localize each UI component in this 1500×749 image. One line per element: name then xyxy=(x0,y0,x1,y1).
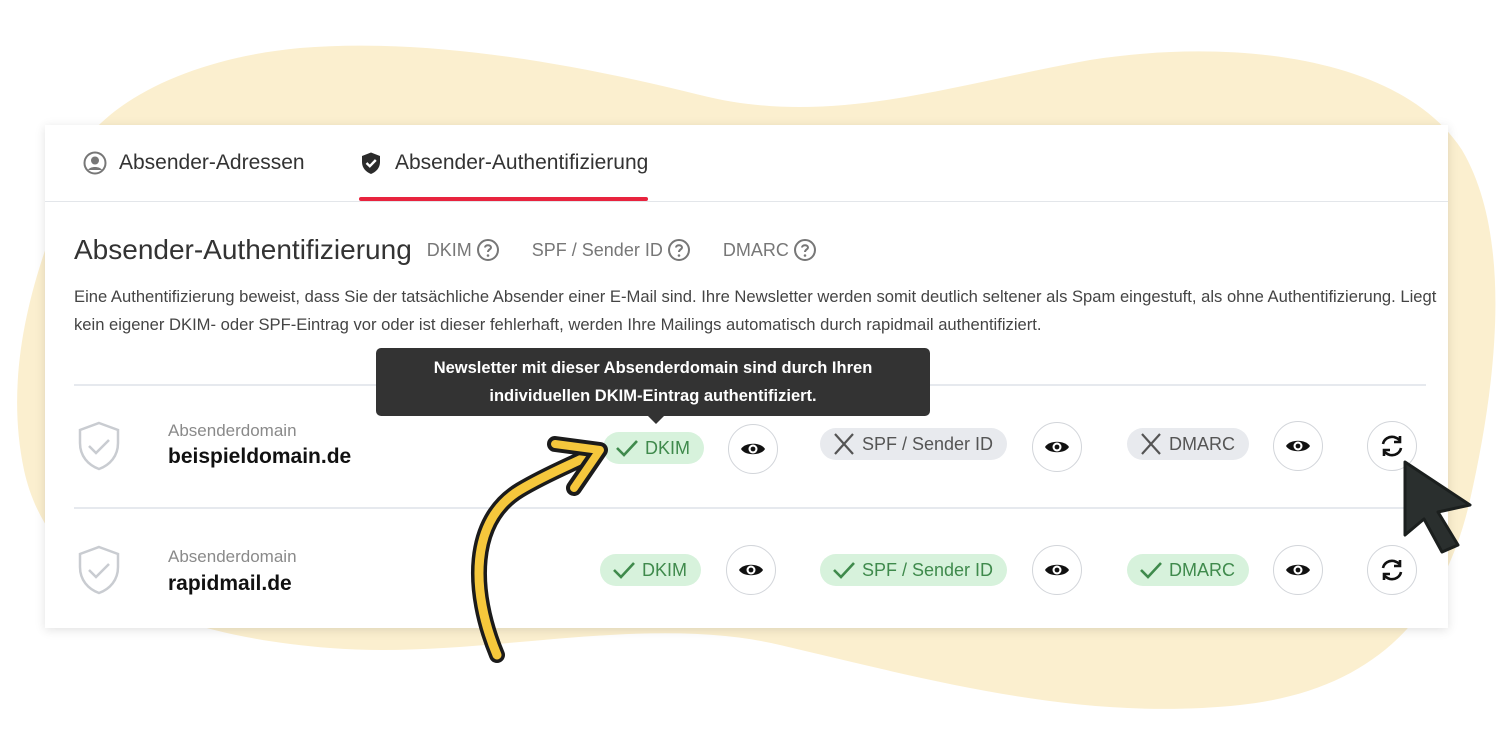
tooltip-line: Newsletter mit dieser Absenderdomain sin… xyxy=(433,359,873,377)
tab-label: Absender-Adressen xyxy=(119,151,305,174)
user-circle-icon xyxy=(83,151,107,175)
eye-icon xyxy=(739,564,763,576)
section-heading: Absender-Authentifizierung DKIM SPF / Se… xyxy=(74,234,835,266)
question-circle-icon xyxy=(667,239,690,261)
domain-label: Absenderdomain xyxy=(168,421,297,440)
view-spf-button[interactable] xyxy=(1032,545,1082,595)
domain-name: rapidmail.de xyxy=(168,572,292,595)
tab-absender-authentifizierung[interactable]: Absender-Authentifizierung xyxy=(359,125,649,201)
spf-status-badge: SPF / Sender ID xyxy=(820,428,1008,460)
eye-icon xyxy=(1286,440,1310,452)
dmarc-status-badge: DMARC xyxy=(1127,428,1249,460)
x-icon xyxy=(834,433,854,455)
refresh-button[interactable] xyxy=(1367,545,1417,595)
shield-check-icon xyxy=(362,152,380,174)
help-link-spf[interactable]: SPF / Sender ID xyxy=(532,238,691,262)
view-dkim-button[interactable] xyxy=(728,424,778,474)
page-title: Absender-Authentifizierung xyxy=(74,234,412,265)
active-tab-indicator xyxy=(359,197,649,201)
dkim-tooltip: Newsletter mit dieser Absenderdomain sin… xyxy=(376,348,930,424)
shield-outline-icon xyxy=(78,545,120,595)
help-link-dkim[interactable]: DKIM xyxy=(427,238,500,262)
eye-icon xyxy=(1045,564,1069,576)
question-circle-icon xyxy=(793,239,816,261)
view-dkim-button[interactable] xyxy=(726,545,776,595)
eye-icon xyxy=(1045,441,1069,453)
dmarc-status-badge: DMARC xyxy=(1127,554,1249,586)
refresh-icon xyxy=(1381,435,1403,457)
check-icon xyxy=(833,562,855,579)
view-dmarc-button[interactable] xyxy=(1273,421,1323,471)
view-dmarc-button[interactable] xyxy=(1273,545,1323,595)
eye-icon xyxy=(741,443,765,455)
eye-icon xyxy=(1286,564,1310,576)
check-icon xyxy=(613,562,635,579)
question-circle-icon xyxy=(476,239,499,261)
help-link-dmarc[interactable]: DMARC xyxy=(723,238,817,262)
tooltip-line: individuellen DKIM-Eintrag authentifizie… xyxy=(489,387,817,405)
refresh-button[interactable] xyxy=(1367,421,1417,471)
view-spf-button[interactable] xyxy=(1032,422,1082,472)
shield-outline-icon xyxy=(78,421,120,471)
domain-name: beispieldomain.de xyxy=(168,445,352,468)
dkim-status-badge: DKIM xyxy=(603,432,704,464)
check-icon xyxy=(1140,562,1162,579)
tab-absender-adressen[interactable]: Absender-Adressen xyxy=(83,125,305,201)
check-icon xyxy=(616,440,638,457)
x-icon xyxy=(1141,433,1161,455)
spf-status-badge: SPF / Sender ID xyxy=(820,554,1008,586)
refresh-icon xyxy=(1381,559,1403,581)
tab-label: Absender-Authentifizierung xyxy=(395,151,649,174)
section-description: Eine Authentifizierung beweist, dass Sie… xyxy=(74,287,1437,334)
dkim-status-badge: DKIM xyxy=(600,554,701,586)
tab-bar: Absender-Adressen Absender-Authentifizie… xyxy=(45,125,1448,202)
divider xyxy=(74,507,1426,509)
domain-label: Absenderdomain xyxy=(168,547,297,566)
